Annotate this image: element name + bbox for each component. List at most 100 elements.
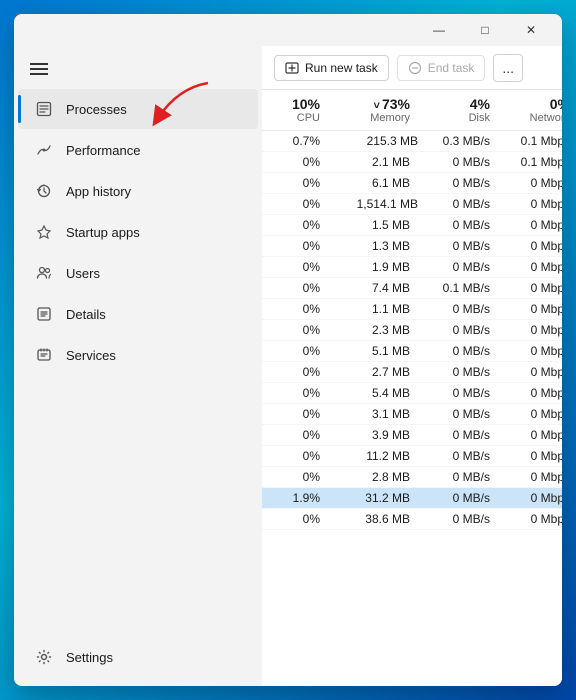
cell-memory: 3.9 MB: [332, 428, 422, 442]
maximize-button[interactable]: □: [462, 14, 508, 46]
table-body[interactable]: 0.7% 215.3 MB 0.3 MB/s 0.1 Mbps 0% 2.1 M…: [262, 131, 562, 686]
cell-cpu: 1.9%: [262, 491, 332, 505]
cell-cpu: 0%: [262, 323, 332, 337]
table-row[interactable]: 0% 3.1 MB 0 MB/s 0 Mbps: [262, 404, 562, 425]
cell-memory: 1.1 MB: [332, 302, 422, 316]
cell-cpu: 0%: [262, 386, 332, 400]
cell-network: 0 Mbps: [502, 239, 562, 253]
sidebar-item-label: Processes: [66, 102, 127, 117]
cell-cpu: 0%: [262, 512, 332, 526]
window-content: Processes Performance App history Startu…: [14, 46, 562, 686]
cell-network: 0 Mbps: [502, 218, 562, 232]
cell-cpu: 0%: [262, 197, 332, 211]
sidebar-item-services[interactable]: Services: [18, 335, 258, 375]
sidebar-item-startup-apps[interactable]: Startup apps: [18, 212, 258, 252]
sidebar-item-details[interactable]: Details: [18, 294, 258, 334]
startup-icon: [34, 222, 54, 242]
column-headers: 10% CPU ˅73% Memory 4% Disk 0% Network: [262, 90, 562, 131]
close-button[interactable]: ✕: [508, 14, 554, 46]
table-row[interactable]: 0% 2.3 MB 0 MB/s 0 Mbps: [262, 320, 562, 341]
cell-memory: 1.3 MB: [332, 239, 422, 253]
table-row[interactable]: 0% 2.1 MB 0 MB/s 0.1 Mbps: [262, 152, 562, 173]
table-row[interactable]: 0.7% 215.3 MB 0.3 MB/s 0.1 Mbps: [262, 131, 562, 152]
sidebar-item-app-history[interactable]: App history: [18, 171, 258, 211]
cell-disk: 0 MB/s: [422, 470, 502, 484]
sidebar-item-label: Users: [66, 266, 100, 281]
cell-memory: 38.6 MB: [332, 512, 422, 526]
table-row[interactable]: 0% 6.1 MB 0 MB/s 0 Mbps: [262, 173, 562, 194]
cell-memory: 11.2 MB: [332, 449, 422, 463]
end-task-button[interactable]: End task: [397, 55, 486, 81]
sidebar-item-label: Details: [66, 307, 106, 322]
settings-icon: [34, 647, 54, 667]
cell-network: 0 Mbps: [502, 323, 562, 337]
cell-disk: 0 MB/s: [422, 239, 502, 253]
cell-network: 0 Mbps: [502, 428, 562, 442]
cell-disk: 0 MB/s: [422, 407, 502, 421]
processes-icon: [34, 99, 54, 119]
table-row[interactable]: 1.9% 31.2 MB 0 MB/s 0 Mbps: [262, 488, 562, 509]
cell-network: 0 Mbps: [502, 470, 562, 484]
cell-network: 0.1 Mbps: [502, 134, 562, 148]
main-panel: Run new task End task ... 10% CPU ˅73% M…: [262, 46, 562, 686]
sidebar-item-settings[interactable]: Settings: [18, 637, 258, 677]
users-icon: [34, 263, 54, 283]
cell-disk: 0 MB/s: [422, 365, 502, 379]
titlebar: — □ ✕: [14, 14, 562, 46]
run-new-task-button[interactable]: Run new task: [274, 55, 389, 81]
table-row[interactable]: 0% 1,514.1 MB 0 MB/s 0 Mbps: [262, 194, 562, 215]
cell-network: 0 Mbps: [502, 407, 562, 421]
table-row[interactable]: 0% 2.7 MB 0 MB/s 0 Mbps: [262, 362, 562, 383]
hamburger-button[interactable]: [14, 50, 262, 88]
col-header-disk[interactable]: 4% Disk: [422, 96, 502, 124]
task-manager-window: — □ ✕ Processes Performance App history …: [14, 14, 562, 686]
sidebar-item-label: App history: [66, 184, 131, 199]
table-row[interactable]: 0% 5.4 MB 0 MB/s 0 Mbps: [262, 383, 562, 404]
cell-network: 0 Mbps: [502, 260, 562, 274]
cell-disk: 0 MB/s: [422, 302, 502, 316]
col-header-cpu[interactable]: 10% CPU: [262, 96, 332, 124]
cell-disk: 0 MB/s: [422, 176, 502, 190]
sidebar-item-label: Startup apps: [66, 225, 140, 240]
cell-cpu: 0%: [262, 239, 332, 253]
cell-memory: 3.1 MB: [332, 407, 422, 421]
cell-disk: 0 MB/s: [422, 323, 502, 337]
cell-memory: 1,514.1 MB: [332, 197, 422, 211]
cell-memory: 1.9 MB: [332, 260, 422, 274]
sidebar-bottom: Settings: [14, 636, 262, 686]
end-task-icon: [408, 61, 422, 75]
col-header-network[interactable]: 0% Network: [502, 96, 562, 124]
col-header-memory[interactable]: ˅73% Memory: [332, 96, 422, 124]
table-row[interactable]: 0% 2.8 MB 0 MB/s 0 Mbps: [262, 467, 562, 488]
sidebar-item-performance[interactable]: Performance: [18, 130, 258, 170]
cell-cpu: 0%: [262, 449, 332, 463]
nav-items: Processes Performance App history Startu…: [14, 88, 262, 376]
cell-disk: 0 MB/s: [422, 428, 502, 442]
table-row[interactable]: 0% 3.9 MB 0 MB/s 0 Mbps: [262, 425, 562, 446]
cell-cpu: 0%: [262, 365, 332, 379]
cell-network: 0 Mbps: [502, 365, 562, 379]
cell-memory: 215.3 MB: [332, 134, 422, 148]
table-row[interactable]: 0% 11.2 MB 0 MB/s 0 Mbps: [262, 446, 562, 467]
titlebar-controls: — □ ✕: [416, 14, 554, 46]
cell-network: 0 Mbps: [502, 281, 562, 295]
table-row[interactable]: 0% 1.3 MB 0 MB/s 0 Mbps: [262, 236, 562, 257]
run-task-icon: [285, 61, 299, 75]
more-options-button[interactable]: ...: [493, 54, 523, 82]
cell-cpu: 0%: [262, 218, 332, 232]
table-row[interactable]: 0% 1.1 MB 0 MB/s 0 Mbps: [262, 299, 562, 320]
cell-disk: 0.3 MB/s: [422, 134, 502, 148]
cell-disk: 0 MB/s: [422, 260, 502, 274]
table-row[interactable]: 0% 5.1 MB 0 MB/s 0 Mbps: [262, 341, 562, 362]
cell-network: 0 Mbps: [502, 176, 562, 190]
sidebar-item-processes[interactable]: Processes: [18, 89, 258, 129]
table-row[interactable]: 0% 7.4 MB 0.1 MB/s 0 Mbps: [262, 278, 562, 299]
cell-memory: 7.4 MB: [332, 281, 422, 295]
minimize-button[interactable]: —: [416, 14, 462, 46]
cell-cpu: 0%: [262, 176, 332, 190]
table-row[interactable]: 0% 1.5 MB 0 MB/s 0 Mbps: [262, 215, 562, 236]
table-row[interactable]: 0% 1.9 MB 0 MB/s 0 Mbps: [262, 257, 562, 278]
table-row[interactable]: 0% 38.6 MB 0 MB/s 0 Mbps: [262, 509, 562, 530]
sidebar-item-users[interactable]: Users: [18, 253, 258, 293]
cell-cpu: 0%: [262, 407, 332, 421]
